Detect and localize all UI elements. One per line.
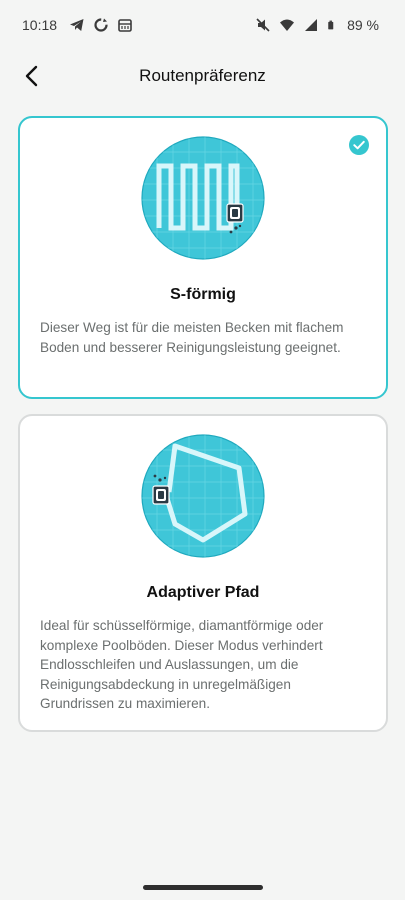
option-title: Adaptiver Pfad — [146, 584, 260, 601]
page-title: Routenpräferenz — [139, 66, 266, 85]
app-header: Routenpräferenz — [0, 50, 405, 102]
signal-icon — [305, 19, 318, 31]
chevron-left-icon — [25, 65, 38, 87]
mute-icon — [256, 18, 270, 32]
s-shaped-route-illustration — [141, 136, 265, 260]
wifi-icon — [280, 19, 295, 31]
battery-icon — [328, 20, 334, 30]
battery-percentage: 89 % — [347, 17, 379, 33]
option-title: S-förmig — [170, 286, 236, 303]
sync-icon — [94, 18, 108, 32]
telegram-icon — [70, 19, 84, 31]
back-button[interactable] — [18, 62, 46, 90]
route-option-s-shaped[interactable]: S-förmig Dieser Weg ist für die meisten … — [18, 116, 388, 399]
adaptive-route-illustration — [141, 434, 265, 558]
home-indicator[interactable] — [142, 885, 263, 890]
status-time: 10:18 — [22, 17, 58, 33]
status-bar: 10:18 89 % — [0, 0, 405, 50]
storage-icon — [118, 19, 132, 32]
route-option-adaptive[interactable]: Adaptiver Pfad Ideal für schüsselförmige… — [18, 414, 388, 732]
option-description: Ideal für schüsselförmige, diamantförmig… — [40, 618, 324, 711]
check-circle-icon — [349, 135, 369, 155]
option-description: Dieser Weg ist für die meisten Becken mi… — [40, 320, 344, 355]
